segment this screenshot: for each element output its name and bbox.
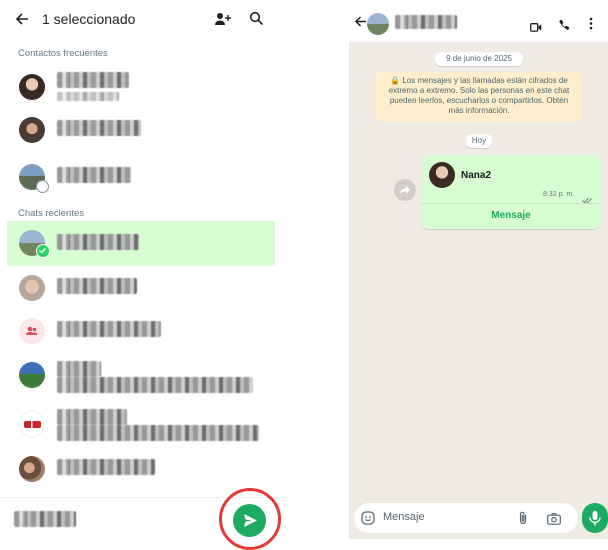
contact-row[interactable] <box>0 113 290 149</box>
redacted-chat-name <box>57 409 127 425</box>
chat-row[interactable] <box>0 405 290 445</box>
selection-count-title: 1 seleccionado <box>42 11 136 27</box>
composer-placeholder: Mensaje <box>383 511 425 523</box>
contact-card-bubble[interactable]: Nana2 8:32 p. m. Mensaje <box>421 155 601 229</box>
add-contact-icon[interactable] <box>214 11 232 27</box>
message-composer[interactable]: Mensaje <box>354 503 578 533</box>
send-icon <box>244 514 257 527</box>
redacted-contact-name <box>57 72 129 88</box>
avatar <box>19 456 45 482</box>
voice-call-icon[interactable] <box>558 18 570 30</box>
voice-message-button[interactable] <box>582 503 608 533</box>
redacted-chat-name <box>57 278 137 294</box>
microphone-icon <box>589 511 601 526</box>
more-options-icon[interactable] <box>589 17 593 30</box>
avatar <box>19 117 45 143</box>
redacted-contact-name <box>57 167 131 183</box>
redacted-selected-names <box>14 511 76 527</box>
redacted-chat-name <box>57 234 139 250</box>
back-arrow-icon[interactable] <box>14 11 30 27</box>
chat-row[interactable] <box>0 313 290 349</box>
redacted-contact-status <box>57 92 119 101</box>
bubble-divider <box>421 203 601 204</box>
forward-button[interactable] <box>394 179 416 201</box>
section-frequent-contacts: Contactos frecuentes <box>18 48 108 59</box>
redacted-chat-name-line2 <box>57 377 253 393</box>
share-panel: 1 seleccionado Contactos frecuentes Chat… <box>0 0 290 550</box>
message-time: 8:32 p. m. <box>543 191 575 198</box>
avatar <box>19 275 45 301</box>
back-arrow-icon[interactable] <box>354 15 367 28</box>
redacted-chat-name <box>57 361 101 377</box>
avatar <box>19 362 45 388</box>
redacted-chat-name <box>57 321 161 337</box>
redacted-contact-name <box>57 120 141 136</box>
avatar <box>19 74 45 100</box>
video-call-icon[interactable] <box>530 19 542 32</box>
date-pill: 9 de junio de 2025 <box>435 52 523 66</box>
avatar <box>19 411 45 437</box>
encryption-notice[interactable]: 🔒 Los mensajes y las llamadas están cifr… <box>376 72 582 122</box>
message-contact-button[interactable]: Mensaje <box>421 210 601 221</box>
contact-card-avatar <box>429 162 455 188</box>
chat-row[interactable] <box>0 357 290 397</box>
chat-row[interactable] <box>0 270 290 306</box>
sticker-icon[interactable] <box>361 511 375 525</box>
chat-panel: 9 de junio de 2025 🔒 Los mensajes y las … <box>349 0 608 539</box>
redacted-chat-name-line2 <box>57 425 259 441</box>
redacted-chat-name <box>57 459 155 475</box>
today-pill: Hoy <box>466 134 492 148</box>
chat-avatar[interactable] <box>367 13 389 35</box>
contact-card-name: Nana2 <box>461 170 492 181</box>
search-icon[interactable] <box>249 11 264 26</box>
selected-check-icon <box>36 244 50 258</box>
chat-row[interactable] <box>0 452 290 488</box>
chat-row-selected[interactable] <box>7 221 275 266</box>
send-button[interactable] <box>233 504 266 537</box>
section-recent-chats: Chats recientes <box>18 208 85 219</box>
forward-icon <box>400 186 410 194</box>
status-clock-icon <box>36 180 49 193</box>
attach-icon[interactable] <box>518 511 528 525</box>
redacted-chat-title[interactable] <box>395 15 457 29</box>
read-receipt-icon <box>582 191 593 204</box>
contact-row[interactable] <box>0 70 290 106</box>
camera-icon[interactable] <box>547 512 561 525</box>
group-avatar <box>19 318 45 344</box>
contact-row[interactable] <box>0 160 290 196</box>
